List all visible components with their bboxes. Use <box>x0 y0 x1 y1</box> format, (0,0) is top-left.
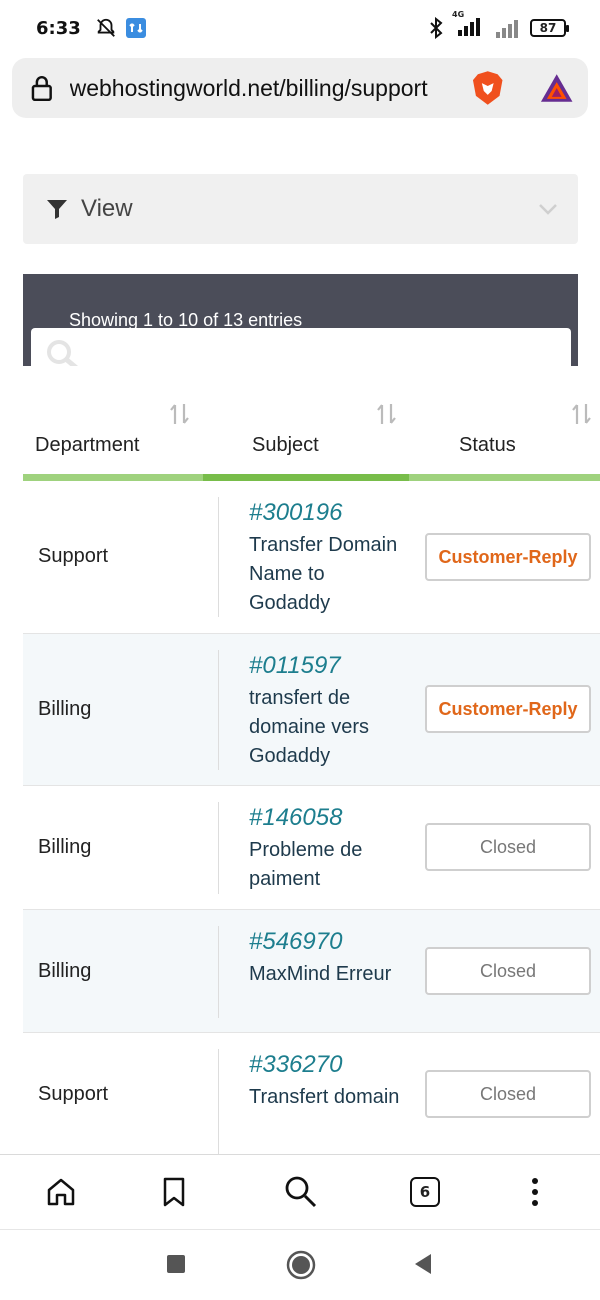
column-header-status[interactable]: Status <box>459 434 516 457</box>
home-icon[interactable] <box>46 1177 76 1207</box>
tab-switcher-button[interactable]: 6 <box>410 1177 440 1207</box>
ticket-subject-link[interactable]: Probleme de paiment <box>249 836 409 894</box>
department-cell: Billing <box>38 698 92 720</box>
ticket-subject-link[interactable]: MaxMind Erreur <box>249 960 409 989</box>
system-navigation-bar <box>0 1230 600 1300</box>
table-row[interactable]: Billing #546970 MaxMind Erreur Closed <box>23 910 600 1033</box>
battery-indicator: 87 <box>530 19 569 37</box>
filter-icon <box>47 200 67 219</box>
status-badge[interactable]: Customer-Reply <box>425 685 591 733</box>
more-menu-icon[interactable] <box>530 1177 540 1207</box>
notifications-off-icon <box>96 18 115 37</box>
bluetooth-icon <box>430 17 443 39</box>
search-icon[interactable] <box>284 1175 318 1209</box>
clock: 6:33 <box>36 17 81 39</box>
table-row[interactable]: Billing #011597 transfert de domaine ver… <box>23 634 600 786</box>
chevron-down-icon <box>539 204 557 215</box>
bookmark-icon[interactable] <box>162 1177 186 1207</box>
ticket-number-link[interactable]: #011597 <box>249 652 341 680</box>
column-header-subject[interactable]: Subject <box>252 434 319 457</box>
brave-shields-icon[interactable] <box>471 69 504 107</box>
table-row[interactable]: Support #336270 Transfert domain Closed <box>23 1033 600 1154</box>
status-badge[interactable]: Closed <box>425 1070 591 1118</box>
department-cell: Support <box>38 1083 109 1105</box>
view-filter-label: View <box>81 195 133 222</box>
status-badge[interactable]: Closed <box>425 947 591 995</box>
signal-icon-secondary <box>496 20 518 38</box>
back-icon[interactable] <box>413 1253 433 1275</box>
signal-icon <box>458 18 480 36</box>
header-underline <box>23 474 600 481</box>
ticket-subject-link[interactable]: transfert de domaine vers Godaddy <box>249 684 409 771</box>
recents-icon[interactable] <box>166 1254 186 1274</box>
sort-icon[interactable] <box>376 402 398 426</box>
data-saver-icon <box>125 18 146 38</box>
brave-rewards-icon[interactable] <box>539 72 574 104</box>
table-header: Department Subject Status <box>23 392 600 482</box>
ticket-number-link[interactable]: #300196 <box>249 499 342 527</box>
sort-icon[interactable] <box>571 402 593 426</box>
ticket-number-link[interactable]: #146058 <box>249 804 342 832</box>
column-header-department[interactable]: Department <box>35 434 140 457</box>
ticket-subject-link[interactable]: Transfert domain <box>249 1083 409 1112</box>
table-row[interactable]: Support #300196 Transfer Domain Name to … <box>23 481 600 634</box>
ticket-number-link[interactable]: #336270 <box>249 1051 342 1079</box>
table-row[interactable]: Billing #146058 Probleme de paiment Clos… <box>23 786 600 910</box>
browser-toolbar: 6 <box>0 1154 600 1230</box>
department-cell: Billing <box>38 836 92 858</box>
table-toolbar: Showing 1 to 10 of 13 entries <box>23 274 578 378</box>
home-nav-icon[interactable] <box>286 1250 316 1280</box>
network-type-label: 4G <box>452 10 465 19</box>
department-cell: Support <box>38 545 109 567</box>
lock-icon[interactable] <box>30 74 54 102</box>
status-bar: 6:33 4G 87 <box>0 0 600 56</box>
view-filter-dropdown[interactable]: View <box>23 174 578 244</box>
ticket-number-link[interactable]: #546970 <box>249 928 342 956</box>
address-bar[interactable]: webhostingworld.net/billing/support <box>12 58 588 118</box>
department-cell: Billing <box>38 960 92 982</box>
status-badge[interactable]: Customer-Reply <box>425 533 591 581</box>
sort-icon[interactable] <box>169 402 191 426</box>
status-badge[interactable]: Closed <box>425 823 591 871</box>
url-text[interactable]: webhostingworld.net/billing/support <box>70 75 468 102</box>
ticket-subject-link[interactable]: Transfer Domain Name to Godaddy <box>249 531 409 618</box>
